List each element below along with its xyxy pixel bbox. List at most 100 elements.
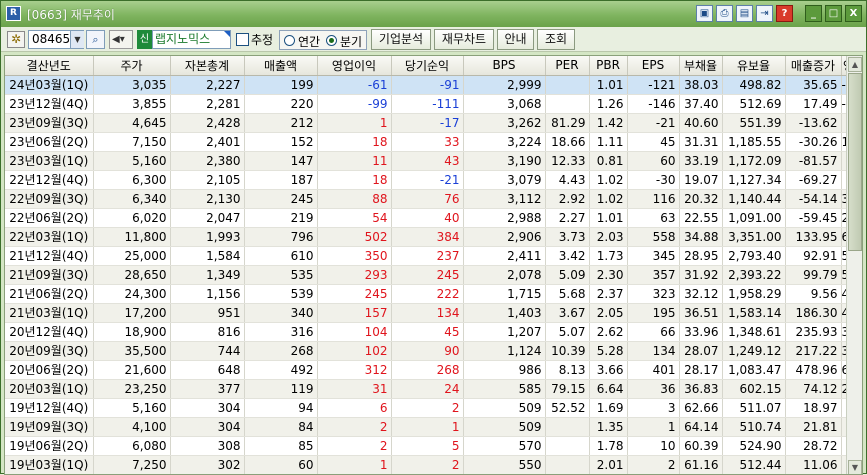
table-row[interactable]: 22년06월(2Q) 6,020 2,047 219 54 40 2,988 2.27 1.01…: [5, 208, 862, 228]
table-cell: 570: [463, 436, 546, 456]
table-cell: 19년09월(3Q): [5, 417, 94, 437]
estimate-checkbox[interactable]: [236, 33, 249, 46]
help-icon[interactable]: ?: [776, 5, 793, 22]
table-row[interactable]: 21년03월(1Q) 17,200 951 340 157 134 1,403 3.67 2.0…: [5, 303, 862, 323]
column-header[interactable]: PER: [545, 56, 590, 76]
table-row[interactable]: 21년06월(2Q) 24,300 1,156 539 245 222 1,715 5.68 2…: [5, 284, 862, 304]
speaker-icon[interactable]: ◀▾: [109, 30, 133, 49]
radio-quarter[interactable]: [326, 35, 337, 46]
gear-icon[interactable]: ✲: [7, 31, 25, 48]
table-cell: 199: [244, 75, 318, 95]
table-cell: 384: [391, 227, 464, 247]
table-cell: 1: [317, 113, 392, 133]
finance-chart-button[interactable]: 재무차트: [434, 29, 494, 50]
column-header[interactable]: 매출증가: [785, 56, 842, 76]
table-row[interactable]: 22년09월(3Q) 6,340 2,130 245 88 76 3,112 2.92 1.02…: [5, 189, 862, 209]
table-row[interactable]: 21년12월(4Q) 25,000 1,584 610 350 237 2,411 3.42 1…: [5, 246, 862, 266]
table-cell: 323: [627, 284, 680, 304]
table-cell: -121: [627, 75, 680, 95]
table-cell: 340: [244, 303, 318, 323]
table-row[interactable]: 22년03월(1Q) 11,800 1,993 796 502 384 2,906 3.73 2…: [5, 227, 862, 247]
table-cell: 558: [627, 227, 680, 247]
table-cell: 79.15: [545, 379, 590, 399]
table-row[interactable]: 19년03월(1Q) 7,250 302 60 1 2 550 2.01 2 61.16 512.4…: [5, 455, 862, 474]
company-name-field[interactable]: 랩지노믹스: [152, 30, 231, 49]
column-header[interactable]: 자본총계: [170, 56, 245, 76]
table-row[interactable]: 20년03월(1Q) 23,250 377 119 31 24 585 79.15 6.64 36…: [5, 379, 862, 399]
table-cell: 345: [627, 246, 680, 266]
column-header[interactable]: BPS: [463, 56, 546, 76]
column-header[interactable]: 당기순익: [391, 56, 464, 76]
search-icon[interactable]: ⌕: [86, 30, 105, 49]
table-cell: 33.19: [679, 151, 723, 171]
table-row[interactable]: 23년03월(1Q) 5,160 2,380 147 11 43 3,190 12.33 0.8…: [5, 151, 862, 171]
table-cell: 2,906: [463, 227, 546, 247]
table-cell: 5.28: [589, 341, 628, 361]
table-cell: 32.12: [679, 284, 723, 304]
table-cell: 64.14: [679, 417, 723, 437]
maximize-button[interactable]: □: [825, 5, 842, 22]
table-cell: 31: [317, 379, 392, 399]
column-header[interactable]: 유보율: [722, 56, 786, 76]
table-row[interactable]: 20년09월(3Q) 35,500 744 268 102 90 1,124 10.39 5.2…: [5, 341, 862, 361]
table-cell: 245: [391, 265, 464, 285]
title-bar[interactable]: R [0663] 재무추이 ▣ ⎙ ▤ ⇥ ? _ □ X: [1, 1, 866, 27]
close-button[interactable]: X: [845, 5, 862, 22]
minimize-button[interactable]: _: [805, 5, 822, 22]
table-cell: 3,079: [463, 170, 546, 190]
scroll-thumb[interactable]: [848, 73, 862, 251]
vertical-scrollbar[interactable]: ▲ ▼: [846, 56, 862, 474]
table-cell: 28.07: [679, 341, 723, 361]
column-header[interactable]: 부채율: [679, 56, 723, 76]
table-row[interactable]: 24년03월(1Q) 3,035 2,227 199 -61 -91 2,999 1.01 -1…: [5, 75, 862, 95]
table-cell: 0.81: [589, 151, 628, 171]
table-cell: 22년12월(4Q): [5, 170, 94, 190]
table-cell: 539: [244, 284, 318, 304]
radio-annual[interactable]: [284, 35, 295, 46]
table-cell: 63: [627, 208, 680, 228]
column-header[interactable]: EPS: [627, 56, 680, 76]
table-row[interactable]: 19년09월(3Q) 4,100 304 84 2 1 509 1.35 1 64.14 510.7…: [5, 417, 862, 437]
table-row[interactable]: 20년06월(2Q) 21,600 648 492 312 268 986 8.13 3.66 4…: [5, 360, 862, 380]
table-row[interactable]: 23년12월(4Q) 3,855 2,281 220 -99 -111 3,068 1.26-…: [5, 94, 862, 114]
table-cell: 1,091.00: [722, 208, 786, 228]
chevron-down-icon[interactable]: ▼: [70, 31, 84, 48]
guide-button[interactable]: 안내: [497, 29, 534, 50]
table-cell: 551.39: [722, 113, 786, 133]
company-analysis-button[interactable]: 기업분석: [371, 29, 431, 50]
table-cell: 116: [627, 189, 680, 209]
column-header[interactable]: 결산년도: [5, 56, 94, 76]
pin-icon[interactable]: ⇥: [756, 5, 773, 22]
table-row[interactable]: 22년12월(4Q) 6,300 2,105 187 18 -21 3,079 4.43 1.0…: [5, 170, 862, 190]
company-name: 랩지노믹스: [155, 32, 211, 46]
table-cell: -59.45: [785, 208, 842, 228]
scroll-down-icon[interactable]: ▼: [848, 460, 862, 474]
table-cell: 1.42: [589, 113, 628, 133]
query-button[interactable]: 조회: [537, 29, 575, 50]
table-row[interactable]: 20년12월(4Q) 18,900 816 316 104 45 1,207 5.07 2.62…: [5, 322, 862, 342]
column-header[interactable]: 영업이익: [317, 56, 392, 76]
column-header[interactable]: 매출액: [244, 56, 318, 76]
table-row[interactable]: 23년06월(2Q) 7,150 2,401 152 18 33 3,224 18.66 1.1…: [5, 132, 862, 152]
column-header[interactable]: 주가: [93, 56, 171, 76]
table-cell: -21: [627, 113, 680, 133]
print-icon[interactable]: ⎙: [716, 5, 733, 22]
save-icon[interactable]: ▤: [736, 5, 753, 22]
table-cell: -17: [391, 113, 464, 133]
new-listing-badge: 신: [137, 30, 152, 49]
table-cell: 6,080: [93, 436, 171, 456]
table-cell: -13.62: [785, 113, 842, 133]
scroll-up-icon[interactable]: ▲: [848, 57, 862, 72]
table-cell: 6,020: [93, 208, 171, 228]
table-cell: 21년12월(4Q): [5, 246, 94, 266]
table-row[interactable]: 19년12월(4Q) 5,160 304 94 6 2 509 52.52 1.69 3 62.66…: [5, 398, 862, 418]
table-row[interactable]: 23년09월(3Q) 4,645 2,428 212 1 -17 3,262 81.29 1.4…: [5, 113, 862, 133]
table-row[interactable]: 19년06월(2Q) 6,080 308 85 2 5 570 1.78 10 60.39 524.…: [5, 436, 862, 456]
table-cell: 99.79: [785, 265, 842, 285]
table-cell: 37.40: [679, 94, 723, 114]
table-cell: 31.92: [679, 265, 723, 285]
column-header[interactable]: PBR: [589, 56, 628, 76]
window-icon[interactable]: ▣: [696, 5, 713, 22]
table-row[interactable]: 21년09월(3Q) 28,650 1,349 535 293 245 2,078 5.09 2…: [5, 265, 862, 285]
table-cell: 1,185.55: [722, 132, 786, 152]
